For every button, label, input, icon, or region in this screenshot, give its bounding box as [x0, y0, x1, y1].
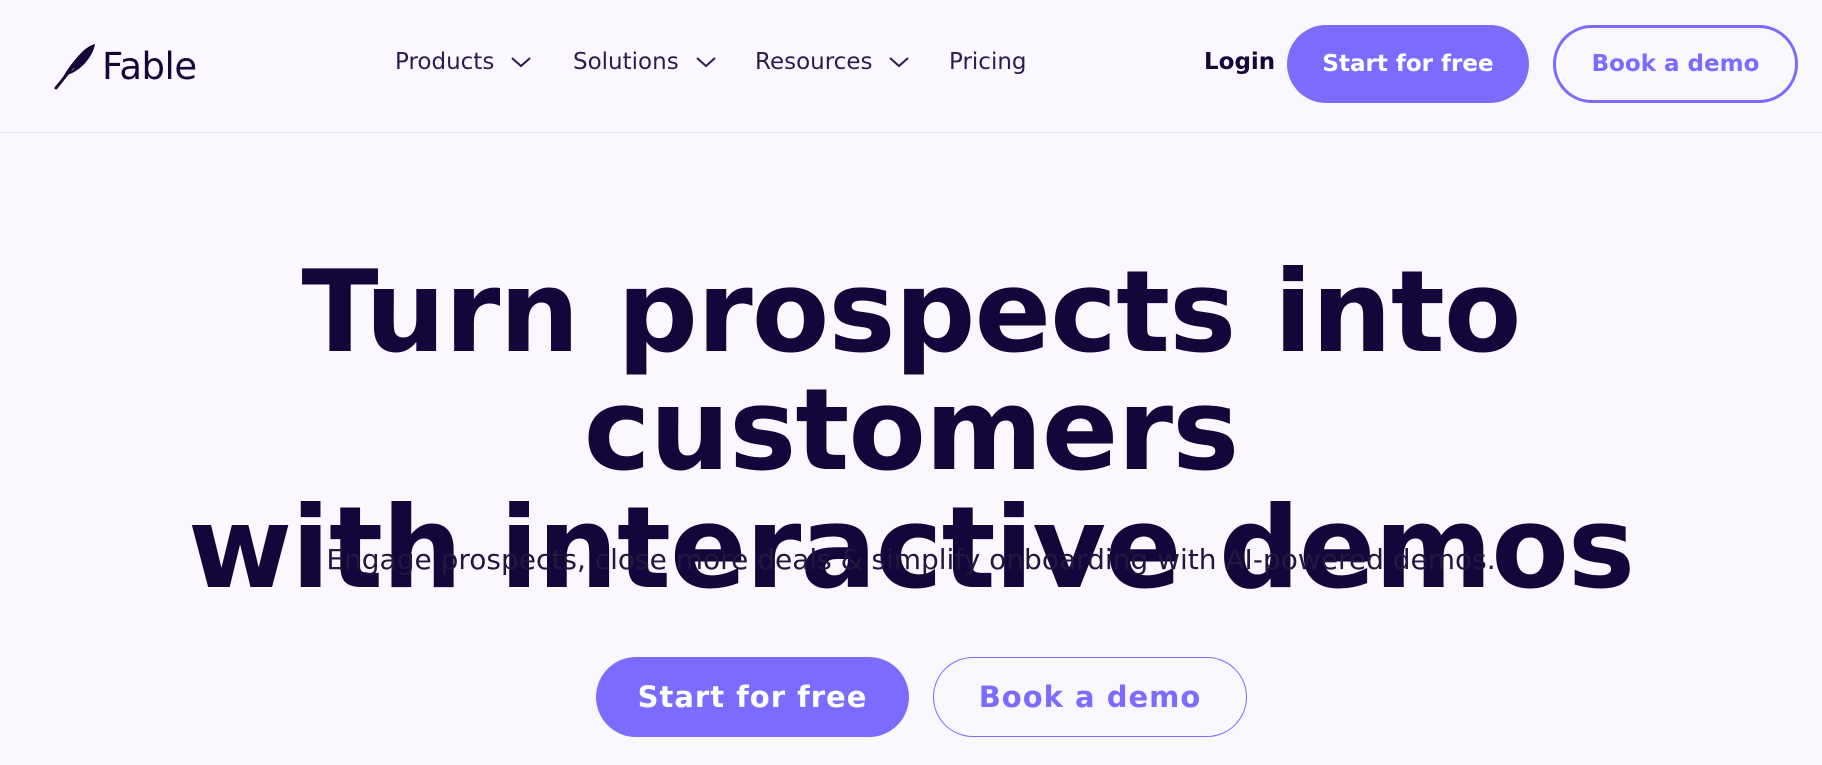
hero-subtitle: Engage prospects, close more deals & sim… — [326, 543, 1496, 576]
login-link[interactable]: Login — [1204, 49, 1275, 75]
nav-item-products[interactable]: Products — [395, 49, 532, 75]
brand-logo-link[interactable]: Fable — [50, 40, 197, 90]
hero-start-free-button[interactable]: Start for free — [596, 657, 909, 737]
header-book-demo-button[interactable]: Book a demo — [1553, 25, 1798, 103]
brand-name: Fable — [102, 44, 197, 88]
nav-item-label: Products — [395, 49, 495, 75]
nav-item-solutions[interactable]: Solutions — [573, 49, 717, 75]
hero-title-line-1: Turn prospects into customers — [301, 246, 1521, 496]
hero-book-demo-button[interactable]: Book a demo — [933, 657, 1247, 737]
nav-item-label: Solutions — [573, 49, 679, 75]
chevron-down-icon — [889, 57, 910, 68]
header-start-free-button[interactable]: Start for free — [1287, 25, 1529, 103]
nav-item-resources[interactable]: Resources — [755, 49, 910, 75]
landing-page: Fable Products Solutions Resources Prici… — [0, 0, 1822, 765]
feather-icon — [54, 44, 95, 90]
chevron-down-icon — [511, 57, 531, 68]
nav-item-label: Resources — [755, 49, 873, 75]
chevron-down-icon — [696, 57, 716, 68]
site-header: Fable Products Solutions Resources Prici… — [0, 0, 1822, 133]
nav-item-label: Pricing — [949, 49, 1027, 75]
nav-item-pricing[interactable]: Pricing — [949, 49, 1027, 75]
